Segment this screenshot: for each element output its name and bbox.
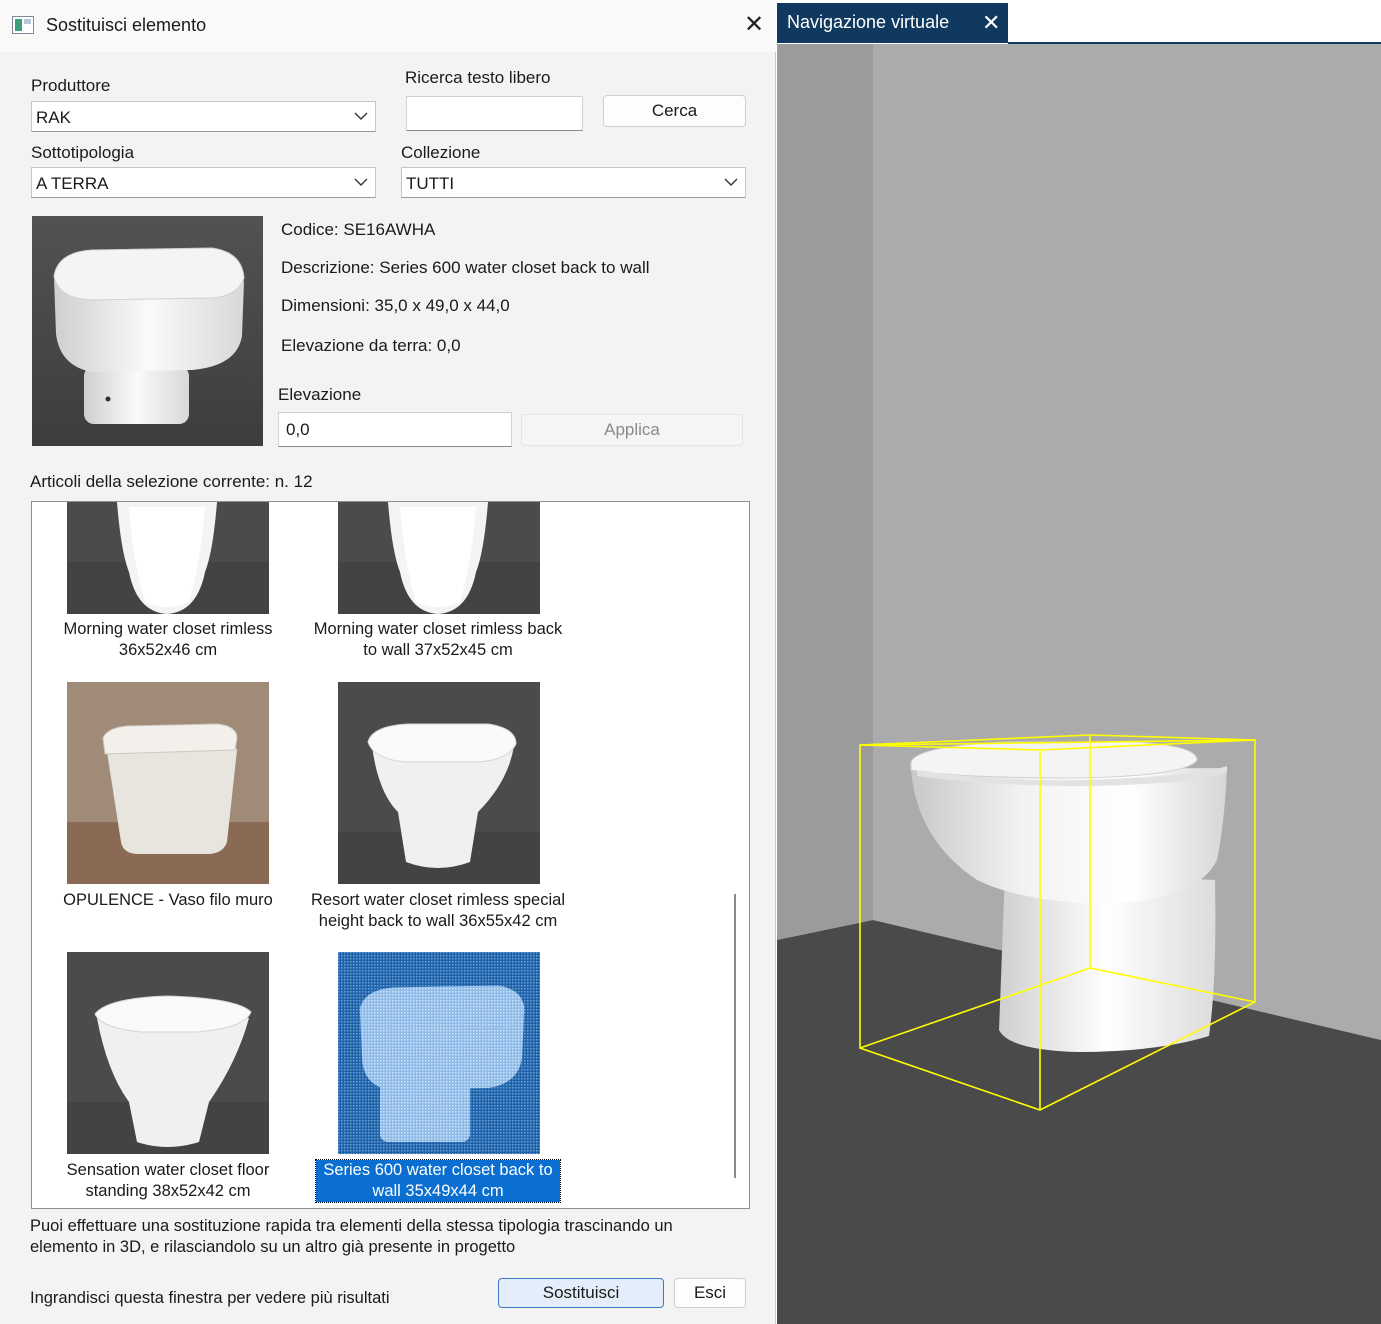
elevazione-input-field[interactable] xyxy=(279,413,511,446)
ricerca-input[interactable] xyxy=(406,96,583,131)
sottotipologia-label: Sottotipologia xyxy=(31,143,135,162)
produttore-label: Produttore xyxy=(31,76,111,95)
collezione-select[interactable]: TUTTI xyxy=(401,167,746,198)
elevazione-input[interactable] xyxy=(278,412,512,447)
chevron-down-icon xyxy=(354,112,368,120)
item-caption: Resort water closet rimless special heigh… xyxy=(311,891,565,930)
elevazione-label: Elevazione xyxy=(278,385,362,404)
close-icon[interactable]: ✕ xyxy=(741,12,767,38)
item-caption: OPULENCE - Vaso filo muro xyxy=(63,891,273,909)
toilet-thumbnail xyxy=(67,502,269,614)
collezione-value: TUTTI xyxy=(406,174,455,193)
toilet-thumbnail xyxy=(338,952,540,1154)
item-caption: Morning water closet rimless 36x52x46 cm xyxy=(63,620,273,659)
produttore-select[interactable]: RAK xyxy=(31,101,376,132)
dialog-titlebar: Sostituisci elemento ✕ xyxy=(0,0,776,52)
toilet-thumbnail xyxy=(338,502,540,614)
ricerca-label: Ricerca testo libero xyxy=(405,68,551,87)
codice-text: Codice: SE16AWHA xyxy=(281,220,436,239)
selected-product-preview xyxy=(32,216,263,446)
sostituisci-button[interactable]: Sostituisci xyxy=(498,1278,664,1308)
produttore-value: RAK xyxy=(36,108,71,127)
app-icon xyxy=(12,16,34,34)
3d-scene[interactable] xyxy=(777,0,1381,1324)
item-caption: Series 600 water closet back to wall 35x4… xyxy=(308,1159,568,1203)
virtual-navigation-view[interactable] xyxy=(777,0,1381,1324)
cerca-button[interactable]: Cerca xyxy=(603,95,746,127)
tab-underline xyxy=(1008,42,1381,44)
dialog-title: Sostituisci elemento xyxy=(46,15,207,35)
replace-element-dialog: Sostituisci elemento ✕ Produttore RAK Ri… xyxy=(0,0,776,1324)
item-caption: Sensation water closet floor standing 38x… xyxy=(66,1161,270,1200)
chevron-down-icon xyxy=(724,178,738,186)
results-listbox[interactable]: Morning water closet rimless 36x52x46 cm … xyxy=(31,501,750,1209)
sottotipologia-select[interactable]: A TERRA xyxy=(31,167,376,198)
esci-button[interactable]: Esci xyxy=(674,1278,746,1308)
enlarge-hint-text: Ingrandisci questa finestra per vedere p… xyxy=(30,1289,390,1307)
sottotipologia-value: A TERRA xyxy=(36,174,109,193)
close-icon[interactable]: ✕ xyxy=(982,10,1000,36)
toilet-thumbnail xyxy=(67,952,269,1154)
tab-virtual-navigation[interactable]: Navigazione virtuale ✕ xyxy=(777,3,1008,43)
applica-button[interactable]: Applica xyxy=(521,414,743,446)
toilet-thumbnail xyxy=(67,682,269,884)
drag-hint-text: Puoi effettuare una sostituzione rapida … xyxy=(30,1217,673,1256)
toilet-square-image xyxy=(32,216,263,446)
chevron-down-icon xyxy=(354,178,368,186)
toilet-thumbnail xyxy=(338,682,540,884)
list-scrollbar[interactable] xyxy=(734,894,736,1178)
ricerca-input-field[interactable] xyxy=(407,97,582,130)
tab-label: Navigazione virtuale xyxy=(787,12,950,32)
articoli-count-text: Articoli della selezione corrente: n. 12 xyxy=(30,472,313,491)
dimensioni-text: Dimensioni: 35,0 x 49,0 x 44,0 xyxy=(281,296,510,315)
elevazione-da-terra-text: Elevazione da terra: 0,0 xyxy=(281,336,461,355)
descrizione-text: Descrizione: Series 600 water closet bac… xyxy=(281,258,650,277)
collezione-label: Collezione xyxy=(401,143,481,162)
item-caption: Morning water closet rimless back to wall… xyxy=(313,620,563,659)
